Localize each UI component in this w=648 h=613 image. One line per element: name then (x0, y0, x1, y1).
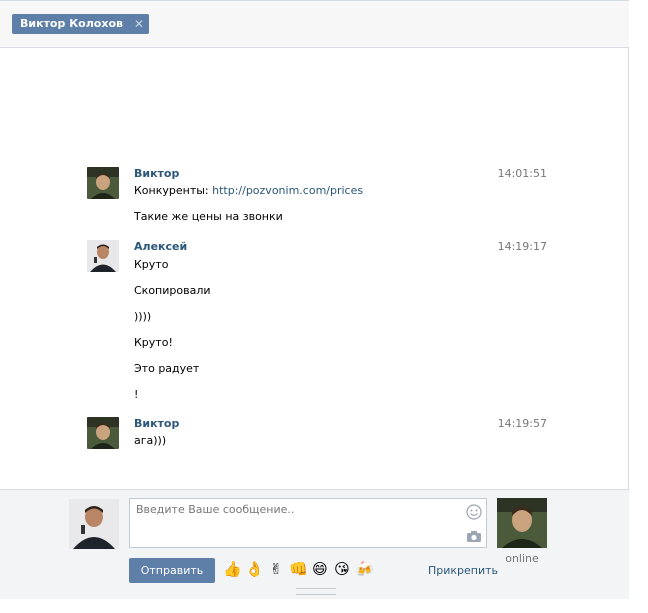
message-text-prefix: Конкуренты: (134, 184, 213, 197)
message-text: Конкуренты: http://pozvonim.com/prices (134, 184, 363, 198)
send-button[interactable]: Отправить (129, 558, 215, 583)
message-block: Алексей 14:19:17 Круто Скопировали )))) … (87, 240, 547, 405)
message-block: Виктор 14:19:57 ага))) (87, 417, 547, 457)
message-link[interactable]: http://pozvonim.com/prices (212, 184, 363, 197)
message-author[interactable]: Виктор (134, 417, 179, 431)
close-icon[interactable]: ✕ (134, 14, 144, 34)
message-author[interactable]: Виктор (134, 167, 179, 181)
kiss-emoji-icon[interactable]: 😘 (333, 559, 351, 579)
fist-emoji-icon[interactable]: 👊 (289, 559, 308, 579)
chat-tab-title: Виктор Колохов (20, 17, 123, 30)
message-text: Такие же цены на звонки (134, 210, 283, 223)
message-text: ага))) (134, 434, 167, 447)
avatar[interactable] (87, 167, 119, 199)
attach-link[interactable]: Прикрепить (428, 564, 498, 577)
peer-online-status: online (505, 552, 539, 565)
victory-hand-emoji-icon[interactable]: ✌ (267, 559, 285, 579)
message-author[interactable]: Алексей (134, 240, 187, 254)
message-text: )))) (134, 310, 152, 323)
chat-tab[interactable]: Виктор Колохов ✕ (12, 14, 149, 34)
camera-icon[interactable] (466, 530, 482, 543)
message-block: Виктор 14:01:51 Конкуренты: http://pozvo… (87, 167, 547, 227)
message-input-placeholder: Введите Ваше сообщение.. (136, 503, 295, 516)
message-text: Скопировали (134, 284, 211, 297)
message-time: 14:01:51 (497, 167, 547, 180)
message-text: Круто (134, 258, 169, 271)
smile-icon[interactable] (466, 504, 482, 520)
beer-emoji-icon[interactable]: 🍻 (355, 559, 374, 579)
resize-handle[interactable] (296, 588, 336, 595)
ok-hand-emoji-icon[interactable]: 👌 (245, 559, 264, 579)
chat-header: Виктор Колохов ✕ (0, 1, 629, 48)
avatar[interactable] (87, 417, 119, 449)
thumbs-up-emoji-icon[interactable]: 👍 (223, 559, 242, 579)
message-time: 14:19:17 (497, 240, 547, 253)
message-time: 14:19:57 (497, 417, 547, 430)
message-text: ! (134, 388, 139, 401)
avatar[interactable] (87, 240, 119, 272)
my-avatar[interactable] (69, 499, 119, 549)
peer-avatar[interactable] (497, 498, 547, 548)
chat-window: Виктор Колохов ✕ Виктор 14:01:51 Конкуре… (0, 0, 629, 599)
message-text: Это радует (134, 362, 200, 375)
grin-emoji-icon[interactable]: 😄 (311, 559, 329, 579)
message-text: Круто! (134, 336, 173, 349)
message-input[interactable]: Введите Ваше сообщение.. (129, 498, 487, 548)
